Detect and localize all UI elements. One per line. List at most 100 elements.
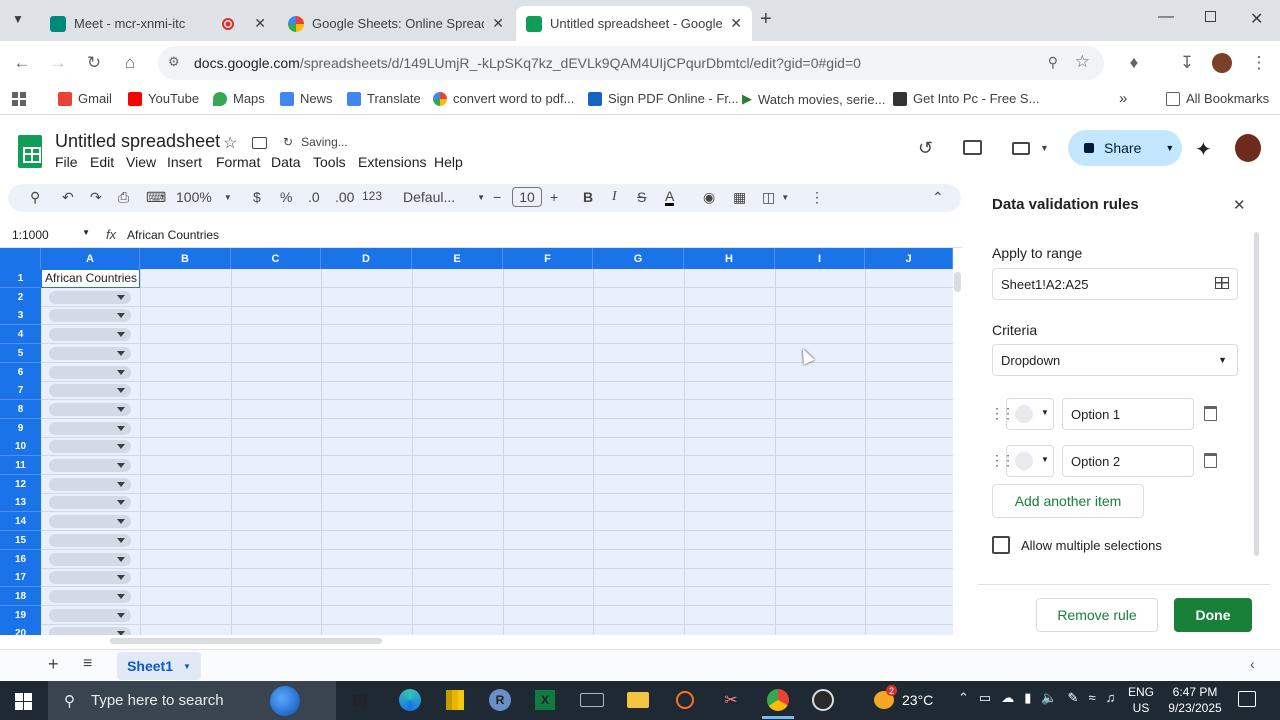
vertical-scrollbar[interactable] — [954, 272, 961, 292]
sheets-logo-icon[interactable] — [18, 135, 42, 168]
dropdown-chip[interactable] — [49, 534, 131, 547]
dropdown-chip[interactable] — [49, 478, 131, 491]
name-box[interactable]: 1:1000 ▼ — [12, 228, 90, 242]
weather-widget[interactable]: 2 23°C — [874, 685, 933, 709]
currency-button[interactable]: $ — [253, 189, 261, 205]
option-color-picker[interactable]: ▼ — [1006, 445, 1054, 477]
italic-button[interactable]: I — [612, 189, 617, 205]
collapse-panel-icon[interactable]: ‹ — [1250, 656, 1255, 672]
dropdown-chip[interactable] — [49, 590, 131, 603]
row-header-7[interactable]: 7 — [0, 381, 41, 400]
done-button[interactable]: Done — [1174, 598, 1252, 632]
dropdown-chip[interactable] — [49, 384, 131, 397]
strikethrough-icon[interactable]: S — [637, 189, 646, 205]
windows-start-icon[interactable] — [15, 693, 32, 710]
redo-icon[interactable]: ↷ — [90, 189, 102, 206]
all-bookmarks[interactable]: All Bookmarks — [1166, 91, 1269, 106]
comments-icon[interactable] — [963, 140, 982, 155]
dropdown-chip[interactable] — [49, 609, 131, 622]
zoom-icon[interactable]: ⚲ — [1048, 54, 1058, 71]
range-input[interactable]: Sheet1!A2:A25 — [992, 268, 1238, 300]
add-sheet-icon[interactable]: + — [48, 654, 59, 675]
menu-tools[interactable]: Tools — [313, 154, 346, 170]
dropdown-chip[interactable] — [49, 291, 131, 304]
chrome-taskbar-icon[interactable] — [766, 688, 790, 712]
new-tab-button[interactable]: + — [760, 8, 772, 31]
merge-cells-icon[interactable]: ◫ ▼ — [762, 189, 789, 206]
bold-button[interactable]: B — [583, 189, 593, 205]
column-header-b[interactable]: B — [140, 248, 231, 269]
increase-decimal-button[interactable]: .00 — [335, 189, 354, 205]
row-header-16[interactable]: 16 — [0, 550, 41, 569]
column-header-e[interactable]: E — [412, 248, 503, 269]
tab-search-icon[interactable]: ▼ — [12, 12, 24, 26]
meet-dropdown-icon[interactable]: ▼ — [1040, 143, 1049, 153]
share-button[interactable]: Share ▼ — [1068, 130, 1182, 166]
row-header-6[interactable]: 6 — [0, 363, 41, 382]
restore-window-icon[interactable] — [1205, 11, 1216, 22]
dropdown-chip[interactable] — [49, 328, 131, 341]
zoom-select[interactable]: 100% ▼ — [176, 189, 232, 205]
tray-icons[interactable]: ⌃ ▭ ☁ ▮ 🔈 ✎ ≈ ♫ — [958, 690, 1115, 706]
url-bar[interactable]: ⚙ docs.google.com/spreadsheets/d/149LUmj… — [158, 46, 1104, 80]
news-widget-icon[interactable] — [270, 686, 300, 716]
remove-rule-button[interactable]: Remove rule — [1036, 598, 1158, 632]
row-header-11[interactable]: 11 — [0, 456, 41, 475]
row-header-4[interactable]: 4 — [0, 325, 41, 344]
panel-scrollbar[interactable] — [1254, 232, 1259, 556]
tab-untitled-spreadsheet[interactable]: Untitled spreadsheet - Google S ✕ — [516, 6, 752, 41]
column-header-i[interactable]: I — [775, 248, 865, 269]
excel-icon[interactable]: X — [533, 688, 557, 712]
sheet-tab-sheet1[interactable]: Sheet1 ▼ — [117, 652, 201, 680]
row-header-12[interactable]: 12 — [0, 475, 41, 494]
row-header-18[interactable]: 18 — [0, 587, 41, 606]
print-icon[interactable]: ⎙ — [118, 189, 129, 206]
menu-view[interactable]: View — [126, 154, 156, 170]
menu-file[interactable]: File — [55, 154, 78, 170]
bookmark-sign-pdf[interactable]: Sign PDF Online - Fr... — [588, 91, 739, 106]
column-header-d[interactable]: D — [321, 248, 412, 269]
column-header-h[interactable]: H — [684, 248, 775, 269]
horizontal-scrollbar[interactable] — [110, 638, 382, 644]
row-header-20[interactable]: 20 — [0, 624, 41, 635]
dropdown-chip[interactable] — [49, 553, 131, 566]
menu-format[interactable]: Format — [216, 154, 260, 170]
doc-title[interactable]: Untitled spreadsheet — [55, 131, 220, 152]
dropdown-chip[interactable] — [49, 422, 131, 435]
meet-icon[interactable] — [1012, 142, 1030, 155]
cell-a1[interactable]: African Countries — [41, 269, 140, 288]
bookmark-gmail[interactable]: Gmail — [58, 91, 112, 106]
row-header-5[interactable]: 5 — [0, 344, 41, 363]
text-color-icon[interactable]: A — [665, 189, 675, 206]
row-header-1[interactable]: 1 — [0, 269, 41, 288]
menu-data[interactable]: Data — [271, 154, 301, 170]
site-info-icon[interactable]: ⚙ — [168, 54, 180, 70]
column-header-f[interactable]: F — [503, 248, 593, 269]
dropdown-chip[interactable] — [49, 627, 131, 635]
select-range-icon[interactable] — [1215, 277, 1229, 289]
add-another-item-button[interactable]: Add another item — [992, 484, 1144, 518]
row-header-2[interactable]: 2 — [0, 288, 41, 307]
close-panel-icon[interactable]: ✕ — [1233, 196, 1246, 214]
select-all-corner[interactable] — [0, 248, 41, 269]
row-header-8[interactable]: 8 — [0, 400, 41, 419]
dropdown-chip[interactable] — [49, 403, 131, 416]
all-sheets-icon[interactable]: ≡ — [83, 655, 92, 673]
dropdown-chip[interactable] — [49, 440, 131, 453]
file-explorer-icon[interactable] — [626, 688, 650, 712]
version-history-icon[interactable]: ↺ — [918, 138, 933, 159]
column-header-g[interactable]: G — [593, 248, 684, 269]
row-header-15[interactable]: 15 — [0, 531, 41, 550]
task-view-icon[interactable]: ▤ — [348, 688, 372, 712]
bookmark-movies[interactable]: ▶ Watch movies, serie... — [742, 91, 885, 107]
bookmark-youtube[interactable]: YouTube — [128, 91, 199, 106]
row-header-14[interactable]: 14 — [0, 512, 41, 531]
option-color-picker[interactable]: ▼ — [1006, 398, 1054, 430]
close-tab-icon[interactable]: ✕ — [730, 15, 742, 32]
language-indicator[interactable]: ENG US — [1128, 684, 1154, 716]
more-tools-icon[interactable]: ⋮ — [810, 189, 824, 206]
menu-extensions[interactable]: Extensions — [358, 154, 426, 170]
dropdown-chip[interactable] — [49, 571, 131, 584]
minimize-window-icon[interactable]: — — [1158, 8, 1174, 26]
column-header-a[interactable]: A — [41, 248, 140, 269]
